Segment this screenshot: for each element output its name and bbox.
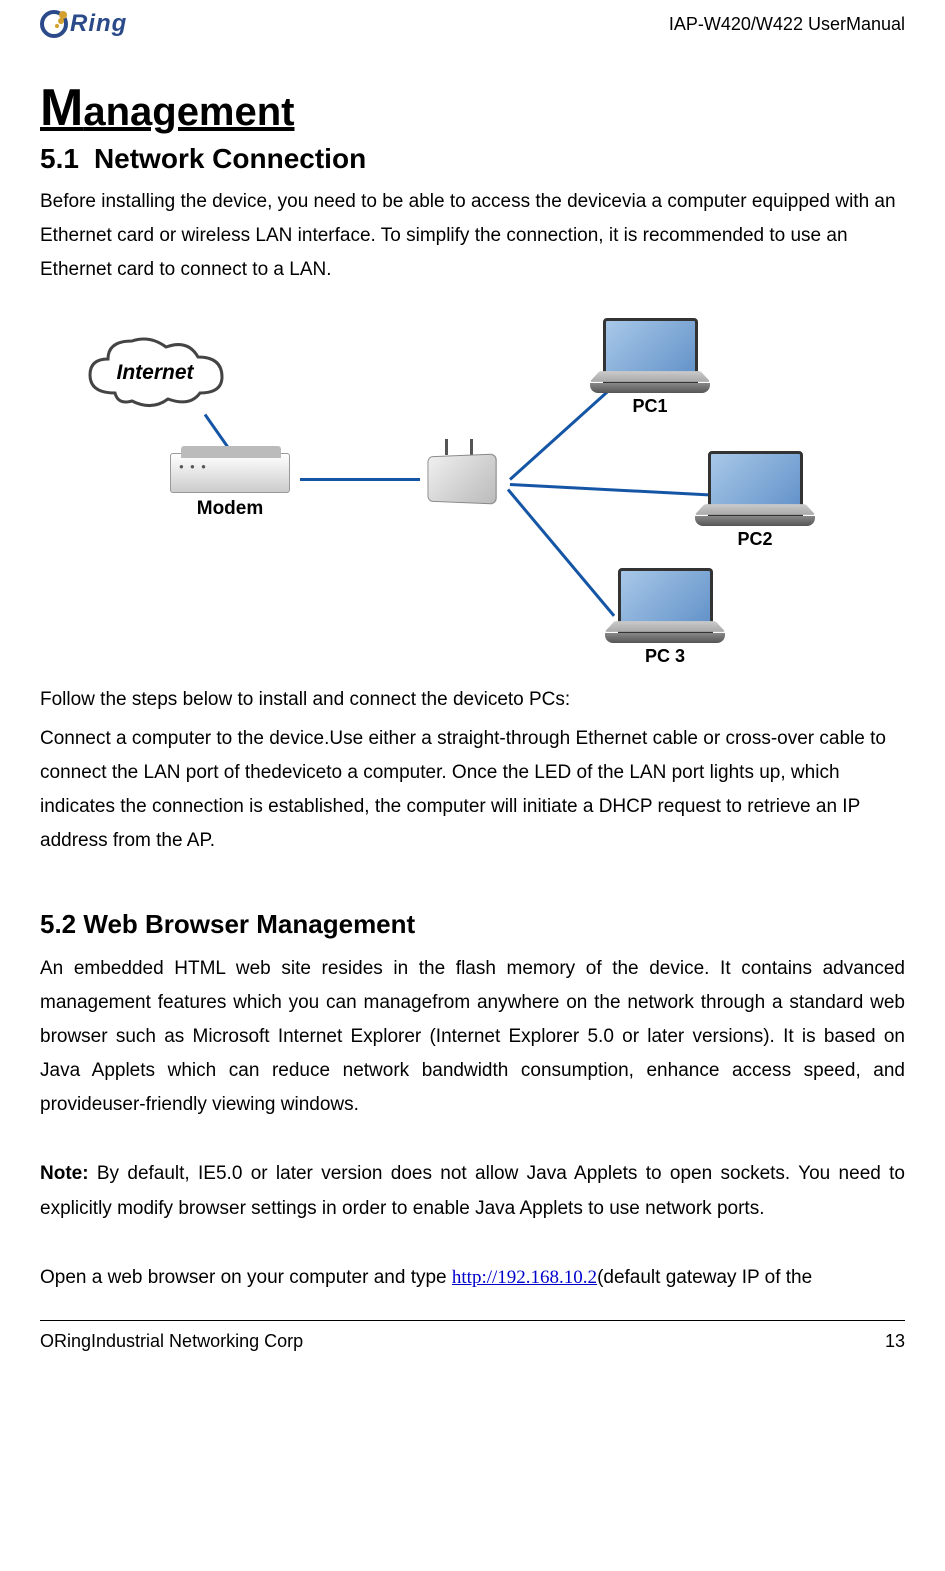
heading-dropcap: M (40, 79, 83, 137)
laptop-base-icon (590, 383, 710, 393)
note-text: By default, IE5.0 or later version does … (40, 1163, 905, 1218)
section-5-1-para3: Connect a computer to the device.Use eit… (40, 722, 905, 859)
pc2-label: PC2 (690, 529, 820, 550)
section-5-2-para3: Open a web browser on your computer and … (40, 1261, 905, 1295)
brand-logo: Ring (40, 10, 127, 38)
internet-label: Internet (116, 361, 193, 385)
section-title: Network Connection (94, 143, 366, 174)
modem-icon (170, 453, 290, 493)
laptop-base-icon (695, 516, 815, 526)
heading-rest: anagement (83, 90, 294, 134)
section-5-2-note: Note: By default, IE5.0 or later version… (40, 1157, 905, 1225)
section-5-2-heading: 5.2 Web Browser Management (40, 909, 905, 940)
chapter-heading: Management (40, 78, 905, 138)
page-header: Ring IAP-W420/W422 UserManual (40, 10, 905, 38)
section-5-1-para2: Follow the steps below to install and co… (40, 683, 905, 717)
modem-node: Modem (170, 453, 290, 520)
document-title: IAP-W420/W422 UserManual (669, 14, 905, 35)
section-number: 5.1 (40, 143, 79, 174)
modem-label: Modem (170, 498, 290, 520)
para3-post: (default gateway IP of the (597, 1267, 812, 1288)
gateway-ip-link[interactable]: http://192.168.10.2 (452, 1267, 597, 1288)
ap-device-node (425, 455, 510, 505)
logo-text: Ring (70, 10, 127, 38)
spacer (40, 1231, 905, 1261)
footer-company: ORingIndustrial Networking Corp (40, 1331, 303, 1352)
note-label: Note: (40, 1163, 89, 1184)
pc1-node: PC1 (585, 318, 715, 417)
logo-o-icon (40, 10, 68, 38)
spacer (40, 1127, 905, 1157)
antenna-icon (445, 439, 448, 455)
page-content: Management 5.1 Network Connection Before … (40, 48, 905, 1295)
pc3-node: PC 3 (600, 568, 730, 667)
laptop-base-icon (605, 633, 725, 643)
section-5-1-para1: Before installing the device, you need t… (40, 185, 905, 288)
para3-pre: Open a web browser on your computer and … (40, 1267, 452, 1288)
section-5-2-para1: An embedded HTML web site resides in the… (40, 952, 905, 1123)
network-diagram: Internet Modem PC1 PC2 PC 3 (40, 303, 870, 663)
connection-line (507, 488, 615, 616)
ap-body-icon (428, 453, 497, 504)
section-5-1-heading: 5.1 Network Connection (40, 143, 905, 175)
page-number: 13 (885, 1331, 905, 1352)
page-footer: ORingIndustrial Networking Corp 13 (40, 1320, 905, 1352)
antenna-icon (470, 439, 473, 455)
pc2-node: PC2 (690, 451, 820, 550)
pc3-label: PC 3 (600, 646, 730, 667)
internet-cloud: Internet (80, 333, 230, 413)
pc1-label: PC1 (585, 396, 715, 417)
connection-line (300, 478, 420, 481)
